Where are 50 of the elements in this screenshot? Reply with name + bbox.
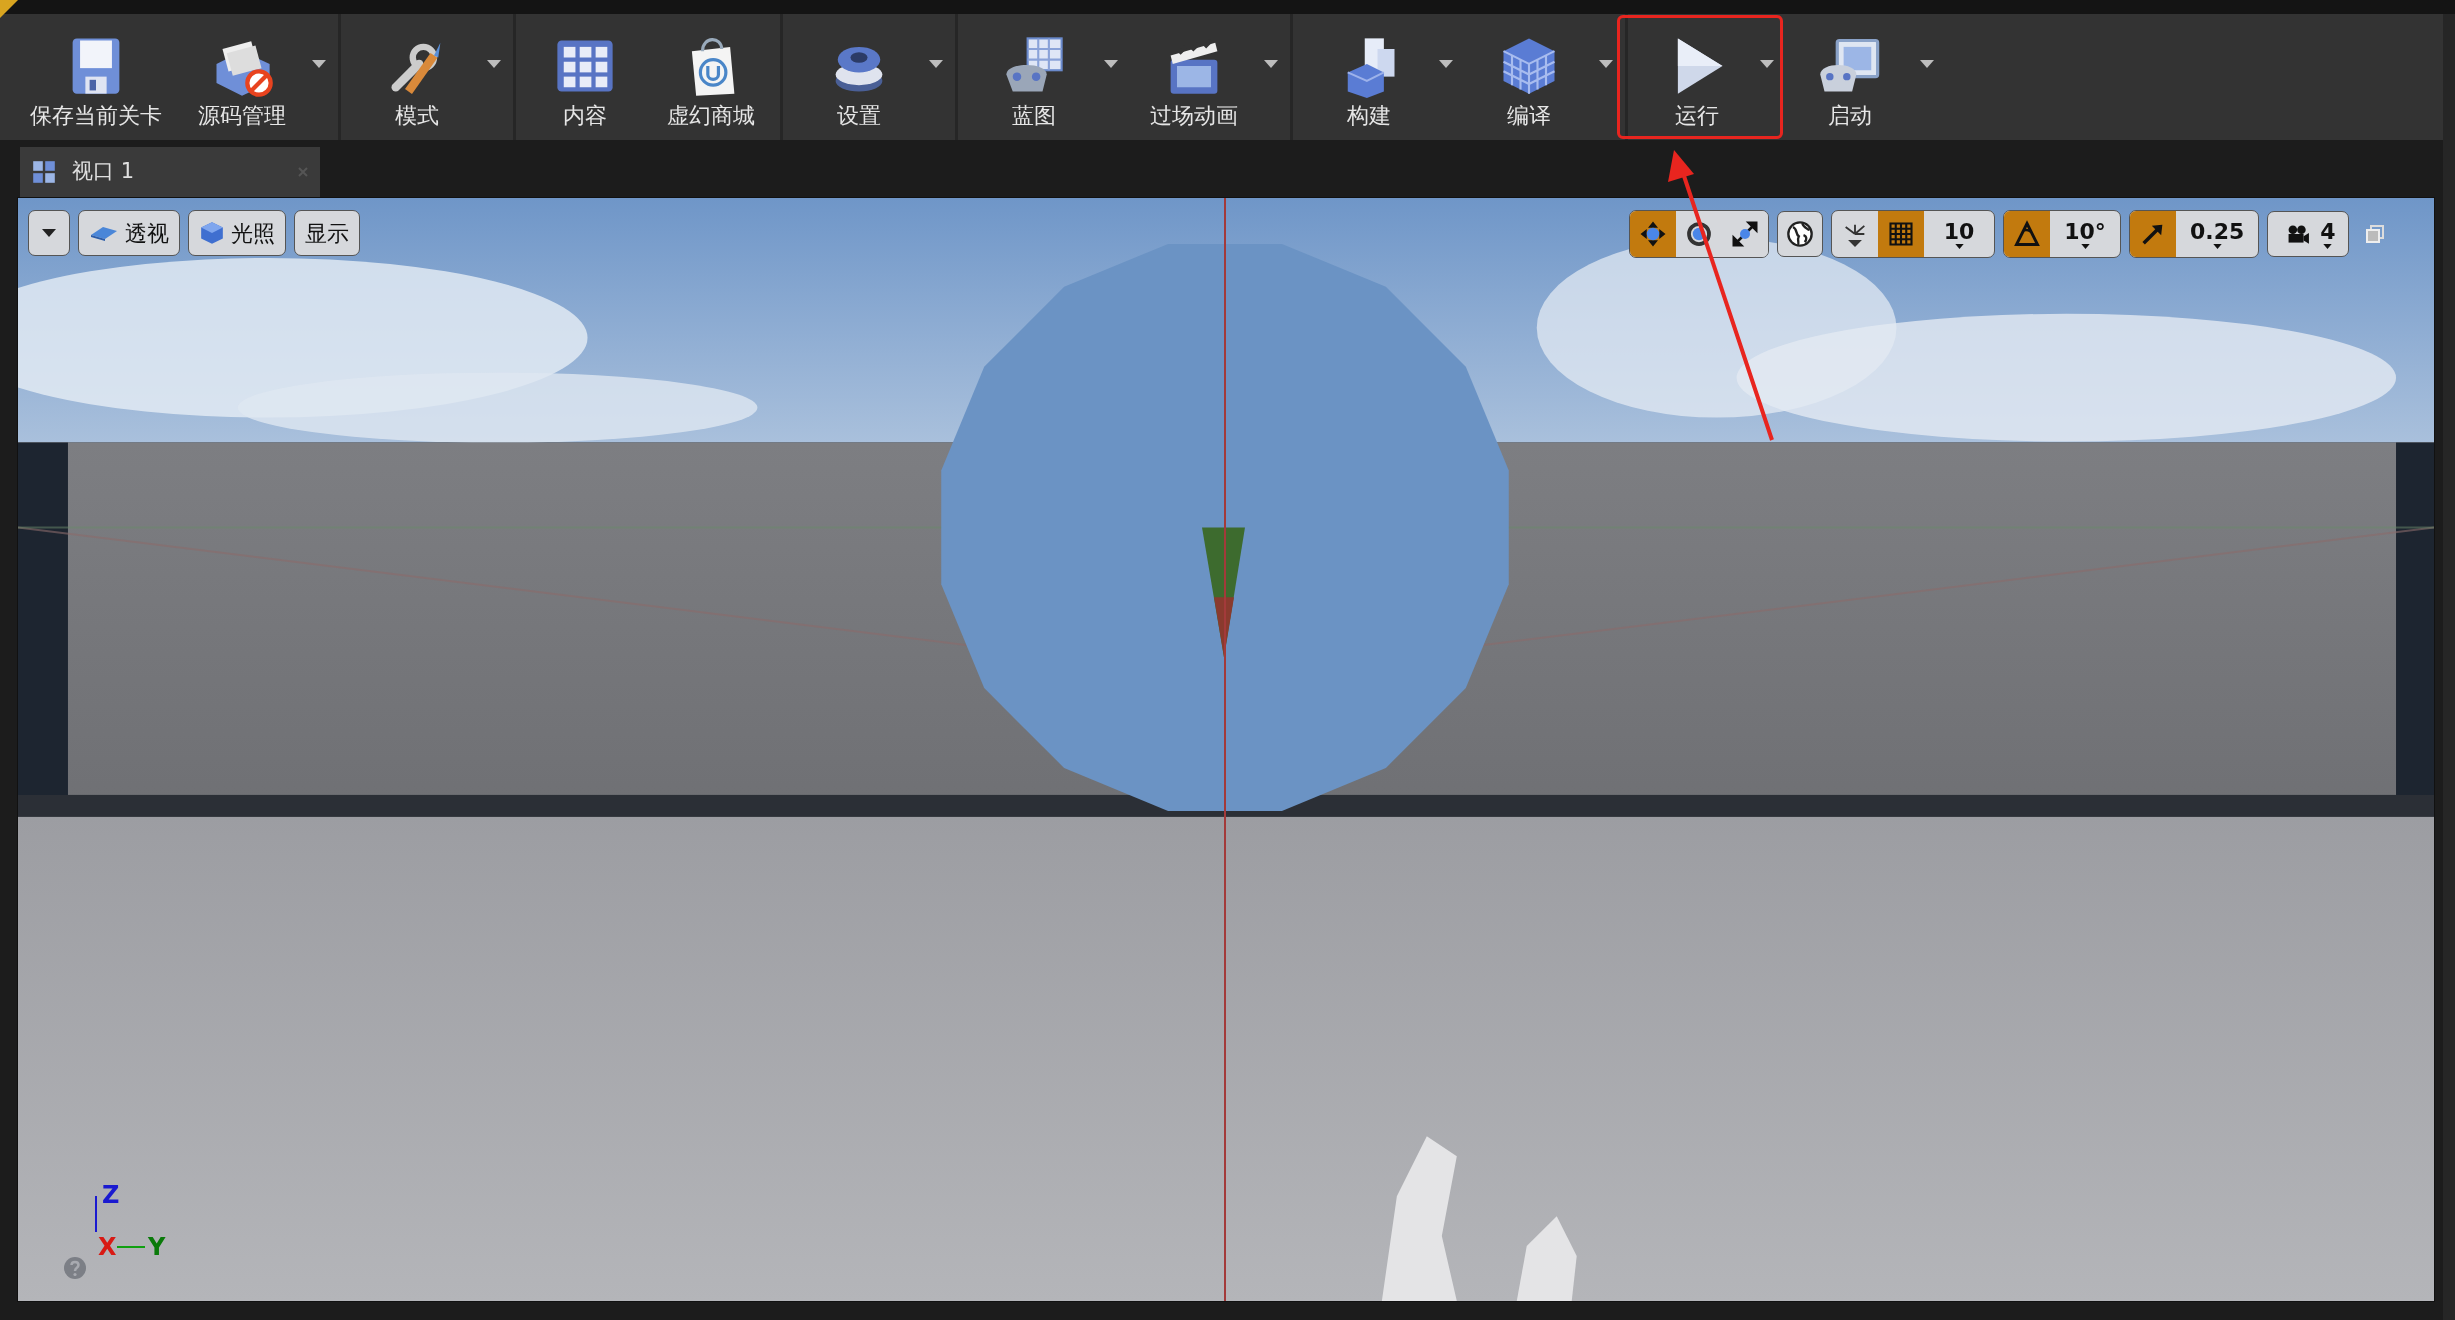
blueprint-button[interactable]: 蓝图 xyxy=(964,18,1124,136)
market-button[interactable]: 虚幻商城 xyxy=(648,18,774,136)
modes-button[interactable]: 模式 xyxy=(347,18,507,136)
grid-snap-toggle[interactable] xyxy=(1878,211,1924,257)
dropdown-caret-icon xyxy=(1104,60,1118,68)
source-button[interactable]: 源码管理 xyxy=(172,18,332,136)
dropdown-caret-icon xyxy=(1264,60,1278,68)
translate-mode-button[interactable] xyxy=(1630,211,1676,257)
camera-speed-button[interactable]: 4 xyxy=(2267,211,2349,257)
dropdown-caret-icon xyxy=(929,60,943,68)
scale-arrows-icon xyxy=(1730,219,1760,249)
lighting-button[interactable]: 光照 xyxy=(188,210,286,256)
rotate-icon xyxy=(1684,219,1714,249)
save-button[interactable]: 保存当前关卡 xyxy=(20,18,172,136)
dropdown-caret-icon xyxy=(1920,60,1934,68)
caret-icon xyxy=(42,229,56,237)
viewport-options-button[interactable] xyxy=(28,210,70,256)
angle-icon xyxy=(2013,220,2041,248)
dropdown-caret-icon xyxy=(1439,60,1453,68)
x-axis-label: X xyxy=(98,1234,117,1260)
tab-label: 视口 1 xyxy=(72,158,136,186)
caret-icon xyxy=(2080,243,2090,249)
world-space-button[interactable] xyxy=(1777,211,1823,257)
caret-icon xyxy=(2212,243,2222,249)
show-button[interactable]: 显示 xyxy=(294,210,360,256)
move-arrows-icon xyxy=(1638,219,1668,249)
dropdown-caret-icon xyxy=(487,60,501,68)
caret-icon xyxy=(2323,243,2333,249)
y-axis-label: Y xyxy=(148,1234,166,1260)
grid-icon xyxy=(1887,220,1915,248)
rotation-snap-toggle[interactable] xyxy=(2004,211,2050,257)
dropdown-caret-icon xyxy=(1599,60,1613,68)
scale-snap-toggle[interactable] xyxy=(2130,211,2176,257)
cube-icon xyxy=(199,220,225,246)
dropdown-caret-icon xyxy=(312,60,326,68)
play-button[interactable]: 运行 xyxy=(1620,18,1780,136)
build-button[interactable]: 构建 xyxy=(1299,18,1459,136)
settings-button[interactable]: 设置 xyxy=(789,18,949,136)
eraser-icon xyxy=(89,225,119,241)
viewport-tab[interactable]: 视口 1 xyxy=(20,147,320,197)
launch-button[interactable]: 启动 xyxy=(1780,18,1940,136)
globe-icon xyxy=(1786,220,1814,248)
compile-button[interactable]: 编译 xyxy=(1459,18,1619,136)
z-axis-label: Z xyxy=(102,1182,120,1208)
content-button[interactable]: 内容 xyxy=(522,18,648,136)
perspective-button[interactable]: 透视 xyxy=(78,210,180,256)
caret-icon xyxy=(1954,243,1964,249)
dropdown-caret-icon xyxy=(1760,60,1774,68)
cinematics-button[interactable]: 过场动画 xyxy=(1124,18,1284,136)
window-grid-icon xyxy=(32,160,56,184)
